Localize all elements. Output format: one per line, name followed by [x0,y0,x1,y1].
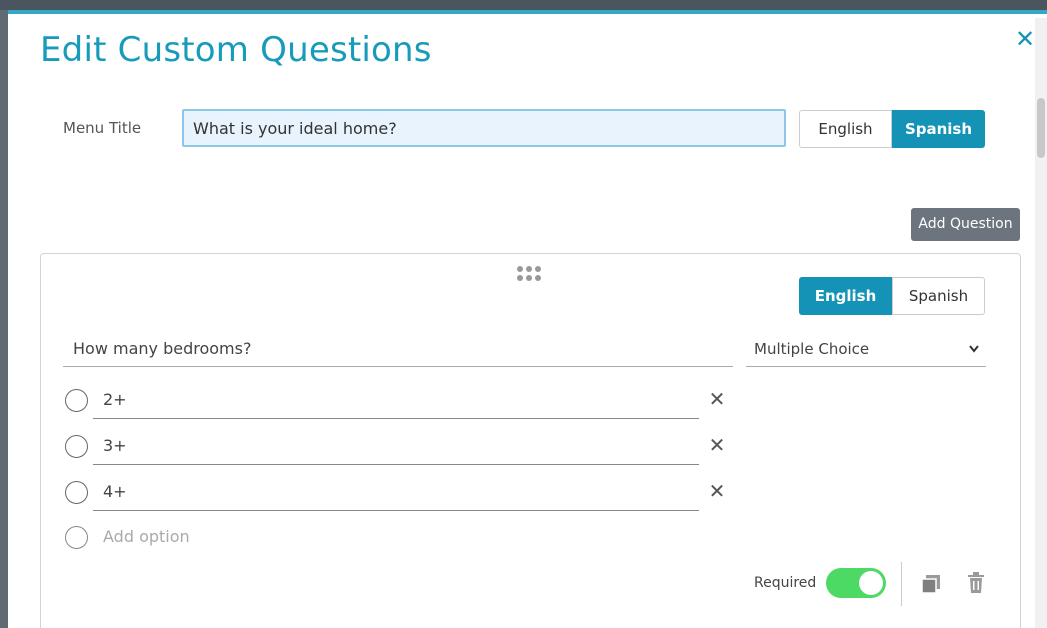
question-text-field[interactable]: How many bedrooms? [63,331,733,367]
close-icon[interactable]: ✕ [1014,27,1036,51]
remove-option-icon[interactable]: ✕ [707,481,727,501]
background-app-strip [0,0,1047,10]
option-text-field[interactable]: 2+ [93,383,699,419]
option-radio[interactable] [65,481,88,504]
chevron-down-icon [968,331,980,381]
option-text-field[interactable]: 4+ [93,475,699,511]
edit-custom-questions-dialog: Edit Custom Questions ✕ Menu Title Engli… [8,10,1047,628]
add-question-button[interactable]: Add Question [911,208,1020,241]
add-option-field[interactable]: Add option [93,520,699,556]
add-option-radio [65,526,88,549]
option-text-field[interactable]: 3+ [93,429,699,465]
question-type-value: Multiple Choice [754,340,870,358]
required-toggle[interactable] [826,568,886,598]
menu-language-toggle: English Spanish [799,110,985,148]
trash-icon[interactable] [966,572,986,594]
option-radio[interactable] [65,435,88,458]
question-language-toggle: English Spanish [799,277,985,315]
remove-option-icon[interactable]: ✕ [707,435,727,455]
scrollbar-thumb[interactable] [1037,98,1045,158]
question-lang-spanish-button[interactable]: Spanish [892,277,985,315]
option-row: 2+ ✕ [65,383,735,419]
dialog-title: Edit Custom Questions [40,30,432,70]
menu-title-input[interactable] [182,109,786,147]
drag-handle-icon[interactable] [517,266,547,284]
add-option-row: Add option [65,520,735,556]
dialog-scrollbar[interactable] [1035,18,1047,628]
copy-icon[interactable] [921,574,941,594]
action-divider [901,562,902,606]
question-lang-english-button[interactable]: English [799,277,892,315]
menu-lang-english-button[interactable]: English [799,110,892,148]
option-radio[interactable] [65,389,88,412]
remove-option-icon[interactable]: ✕ [707,389,727,409]
option-row: 4+ ✕ [65,475,735,511]
required-label: Required [754,575,817,591]
option-row: 3+ ✕ [65,429,735,465]
menu-title-label: Menu Title [63,119,142,137]
toggle-knob [859,571,883,595]
question-type-select[interactable]: Multiple Choice [746,331,986,367]
question-card: English Spanish How many bedrooms? Multi… [40,253,1021,628]
menu-lang-spanish-button[interactable]: Spanish [892,110,985,148]
